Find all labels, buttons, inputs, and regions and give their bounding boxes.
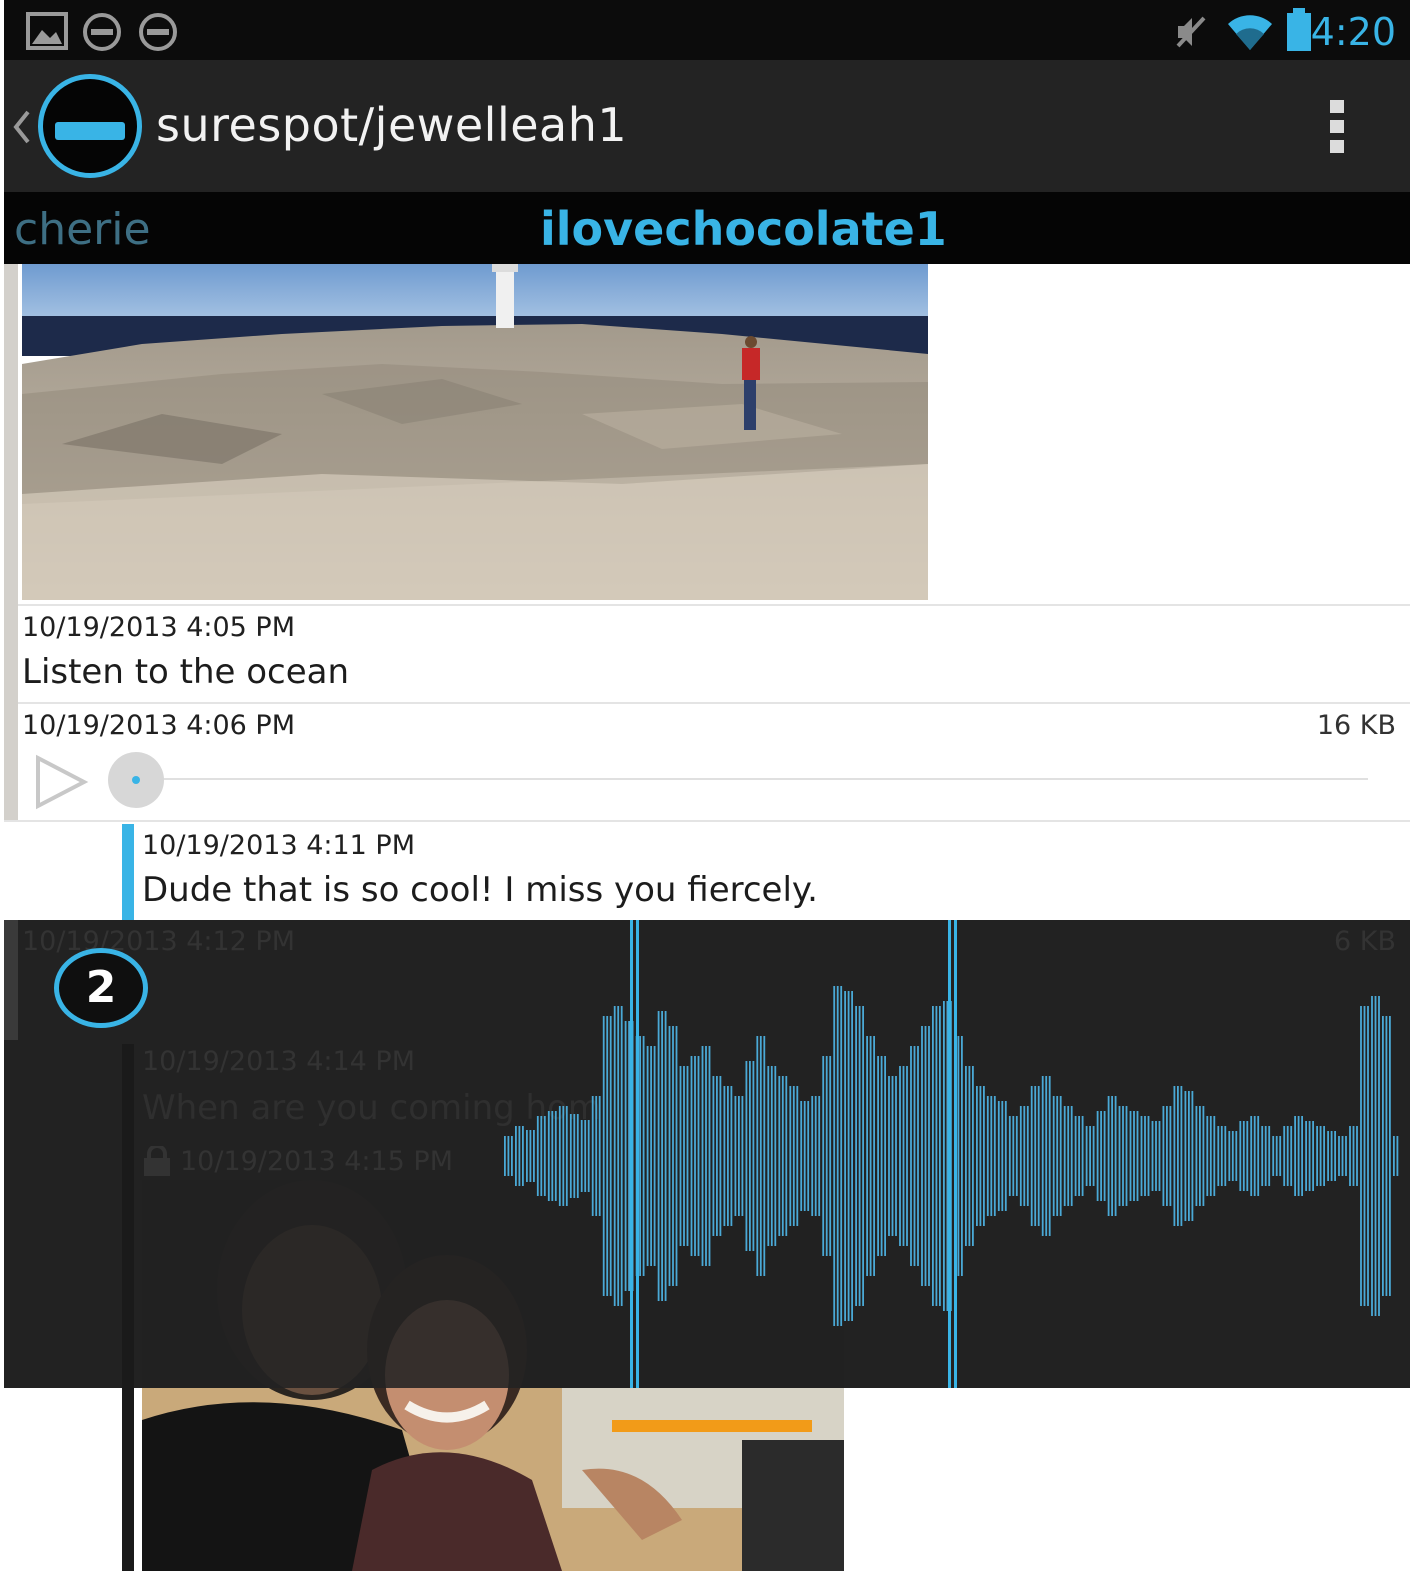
blocked-notification-icon xyxy=(83,13,121,51)
message-divider xyxy=(18,702,1410,704)
message-text: Listen to the ocean xyxy=(22,652,350,692)
battery-icon xyxy=(1287,8,1311,51)
lock-icon xyxy=(144,1146,170,1176)
voice-message-size: 16 KB xyxy=(1316,710,1396,741)
beach-photo[interactable] xyxy=(22,264,928,600)
audio-waveform xyxy=(504,920,1399,1388)
message-text: Dude that is so cool! I miss you fiercel… xyxy=(142,870,818,910)
message-divider xyxy=(18,604,1410,606)
message-left-border xyxy=(4,920,18,1040)
status-bar: 4:20 xyxy=(4,0,1410,60)
message-divider xyxy=(4,820,1410,822)
play-icon[interactable] xyxy=(34,754,90,810)
action-bar-title: surespot/jewelleah1 xyxy=(156,98,628,152)
message-timestamp: 10/19/2013 4:11 PM xyxy=(142,830,415,861)
step-badge: 2 xyxy=(54,948,148,1028)
tab-ilovechocolate1[interactable]: ilovechocolate1 xyxy=(540,202,947,256)
action-bar: surespot/jewelleah1 xyxy=(4,60,1410,192)
tab-strip: cherie ilovechocolate1 xyxy=(4,192,1410,264)
tab-cherie[interactable]: cherie xyxy=(14,204,151,255)
message-timestamp: 10/19/2013 4:05 PM xyxy=(22,612,295,643)
wifi-icon xyxy=(1228,15,1272,50)
image-notification-icon xyxy=(26,12,68,50)
sent-message-border xyxy=(122,824,134,920)
blocked-notification-icon-2 xyxy=(139,13,177,51)
voice-seek-thumb[interactable] xyxy=(108,752,164,808)
voice-message-timestamp: 10/19/2013 4:06 PM xyxy=(22,710,295,741)
voice-message-timestamp: 10/19/2013 4:12 PM xyxy=(22,926,295,957)
voice-seek-track[interactable] xyxy=(114,778,1368,780)
message-timestamp: 10/19/2013 4:15 PM xyxy=(180,1146,453,1177)
phone-screen: 4:20 surespot/jewelleah1 cherie ilovecho… xyxy=(4,0,1410,1571)
message-left-border xyxy=(4,264,18,820)
status-time: 4:20 xyxy=(1310,10,1396,54)
overflow-menu-icon[interactable] xyxy=(1330,100,1344,160)
muted-icon xyxy=(1176,16,1206,48)
sent-message-border xyxy=(122,1044,134,1571)
surespot-logo-icon[interactable] xyxy=(38,74,142,178)
back-chevron-icon[interactable] xyxy=(12,110,32,144)
message-timestamp: 10/19/2013 4:14 PM xyxy=(142,1046,415,1077)
